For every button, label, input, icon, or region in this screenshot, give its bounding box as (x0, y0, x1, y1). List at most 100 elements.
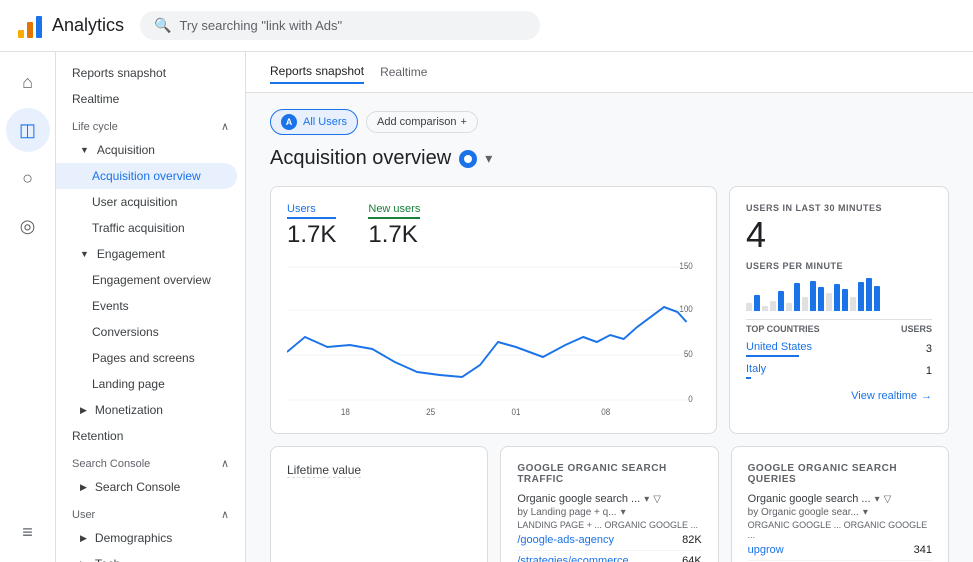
reports-header: Reports snapshot Realtime (246, 52, 973, 93)
organic-queries-card: GOOGLE ORGANIC SEARCH QUERIES Organic go… (731, 446, 949, 562)
search-bar[interactable]: 🔍 Try searching "link with Ads" (140, 11, 540, 40)
sidebar: Reports snapshot Realtime Life cycle ∧ ▼… (56, 52, 246, 562)
lifetime-value-card: Lifetime value (270, 446, 488, 562)
nav-home[interactable]: ⌂ (6, 60, 50, 104)
view-realtime-link[interactable]: View realtime → (746, 390, 932, 402)
sidebar-item-acquisition-overview[interactable]: Acquisition overview (56, 163, 237, 189)
tab-realtime[interactable]: Realtime (380, 61, 427, 83)
sidebar-item-search-console[interactable]: ▶ Search Console (56, 474, 245, 500)
sidebar-label: Acquisition (97, 143, 155, 157)
title-dropdown-icon[interactable]: ▾ (485, 150, 492, 167)
sidebar-item-retention[interactable]: Retention (56, 423, 245, 449)
country-bar-it (746, 377, 751, 379)
sidebar-label: Events (92, 299, 129, 313)
bar-8 (802, 297, 808, 311)
page-title: Acquisition overview (270, 147, 451, 170)
chevron-icon-4[interactable]: ▾ (863, 507, 868, 518)
search-placeholder: Try searching "link with Ads" (179, 18, 342, 33)
sidebar-item-demographics[interactable]: ▶ Demographics (56, 525, 245, 551)
nav-more[interactable]: ≡ (6, 510, 50, 554)
add-comparison-label: Add comparison (377, 116, 457, 128)
sidebar-item-realtime[interactable]: Realtime (56, 86, 245, 112)
dashboard-grid: Users 1.7K New users 1.7K 150 100 (270, 186, 949, 434)
lifetime-value-label: Lifetime value (287, 463, 361, 478)
realtime-section-label: USERS IN LAST 30 MINUTES (746, 203, 932, 213)
filter-icon[interactable]: ▽ (653, 494, 661, 505)
traffic-link-2[interactable]: /strategies/ecommerce (517, 555, 628, 562)
add-comparison-button[interactable]: Add comparison + (366, 111, 478, 133)
organic-queries-title: GOOGLE ORGANIC SEARCH QUERIES (748, 463, 932, 485)
sidebar-label: Engagement (97, 247, 165, 261)
country-name-us[interactable]: United States (746, 341, 812, 353)
sidebar-item-reports-snapshot[interactable]: Reports snapshot (56, 60, 245, 86)
icon-bar: ⌂ ◫ ○ ◎ ≡ (0, 52, 56, 562)
view-realtime-label: View realtime (851, 390, 917, 402)
line-chart: 150 100 50 0 18 (287, 257, 700, 417)
monetization-arrow: ▶ (80, 405, 87, 416)
sidebar-item-acquisition[interactable]: ▼ Acquisition (56, 137, 245, 163)
metric-users-value: 1.7K (287, 221, 336, 249)
sidebar-item-tech[interactable]: ▶ Tech (56, 551, 245, 562)
sidebar-item-pages-screens[interactable]: Pages and screens (56, 345, 245, 371)
app-logo: Analytics (16, 12, 124, 40)
organic-queries-subtitle-text: Organic google search ... (748, 493, 871, 505)
nav-advertising[interactable]: ◎ (6, 204, 50, 248)
search-console-arrow: ▶ (80, 482, 87, 493)
queries-link-1[interactable]: upgrow (748, 544, 784, 556)
sidebar-item-traffic-acquisition[interactable]: Traffic acquisition (56, 215, 245, 241)
traffic-link-1[interactable]: /google-ads-agency (517, 534, 614, 546)
sidebar-item-conversions[interactable]: Conversions (56, 319, 245, 345)
organic-queries-sub3: ORGANIC GOOGLE ... ORGANIC GOOGLE ... (748, 520, 932, 540)
main-content-area: Reports snapshot Realtime A All Users Ad… (246, 52, 973, 562)
chart-metrics: Users 1.7K New users 1.7K (287, 203, 700, 249)
organic-traffic-subtitle: Organic google search ... ▾ ▽ (517, 493, 701, 505)
bar-15 (858, 282, 864, 311)
chevron-icon-2[interactable]: ▾ (621, 507, 626, 518)
svg-text:Dec: Dec (338, 416, 353, 417)
organic-traffic-sub2-text: by Landing page + q... (517, 507, 616, 518)
bottom-grid: Lifetime value GOOGLE ORGANIC SEARCH TRA… (270, 446, 949, 562)
country-name-it[interactable]: Italy (746, 363, 766, 375)
bar-12 (834, 284, 840, 311)
countries-header: TOP COUNTRIES USERS (746, 324, 932, 334)
sidebar-item-engagement-overview[interactable]: Engagement overview (56, 267, 245, 293)
status-badge (459, 150, 477, 168)
bar-14 (850, 297, 856, 311)
filter-icon-2[interactable]: ▽ (884, 494, 892, 505)
metric-new-users-value: 1.7K (368, 221, 420, 249)
sidebar-label: Landing page (92, 377, 165, 391)
add-comparison-icon: + (461, 116, 467, 128)
organic-traffic-title: GOOGLE ORGANIC SEARCH TRAFFIC (517, 463, 701, 485)
bar-17 (874, 286, 880, 311)
sidebar-item-monetization[interactable]: ▶ Monetization (56, 397, 245, 423)
traffic-value-2: 64K (682, 555, 702, 562)
analytics-logo-icon (16, 12, 44, 40)
bar-10 (818, 287, 824, 311)
sidebar-item-events[interactable]: Events (56, 293, 245, 319)
bar-7 (794, 283, 800, 311)
page-title-row: Acquisition overview ▾ (270, 147, 949, 170)
all-users-dot: A (281, 114, 297, 130)
all-users-badge[interactable]: A All Users (270, 109, 358, 135)
sidebar-label: User acquisition (92, 195, 177, 209)
chevron-icon[interactable]: ▾ (644, 494, 649, 505)
organic-traffic-sub2: by Landing page + q... ▾ (517, 507, 701, 518)
nav-explore[interactable]: ○ (6, 156, 50, 200)
demographics-arrow: ▶ (80, 533, 87, 544)
organic-traffic-sub3: LANDING PAGE + ... ORGANIC GOOGLE ... (517, 520, 701, 530)
sidebar-item-landing-page[interactable]: Landing page (56, 371, 245, 397)
bar-4 (770, 301, 776, 311)
view-realtime-anchor[interactable]: View realtime → (746, 390, 932, 402)
sidebar-item-user-acquisition[interactable]: User acquisition (56, 189, 245, 215)
svg-text:150: 150 (679, 261, 693, 272)
sidebar-section-user: User ∧ (56, 500, 245, 525)
sidebar-section-search-console: Search Console ∧ (56, 449, 245, 474)
sidebar-item-engagement[interactable]: ▼ Engagement (56, 241, 245, 267)
sidebar-label: Monetization (95, 403, 163, 417)
chevron-icon-3[interactable]: ▾ (875, 494, 880, 505)
engagement-arrow: ▼ (80, 249, 89, 259)
tab-reports-snapshot[interactable]: Reports snapshot (270, 60, 364, 84)
country-users-it: 1 (926, 365, 932, 377)
topbar: Analytics 🔍 Try searching "link with Ads… (0, 0, 973, 52)
nav-reports[interactable]: ◫ (6, 108, 50, 152)
